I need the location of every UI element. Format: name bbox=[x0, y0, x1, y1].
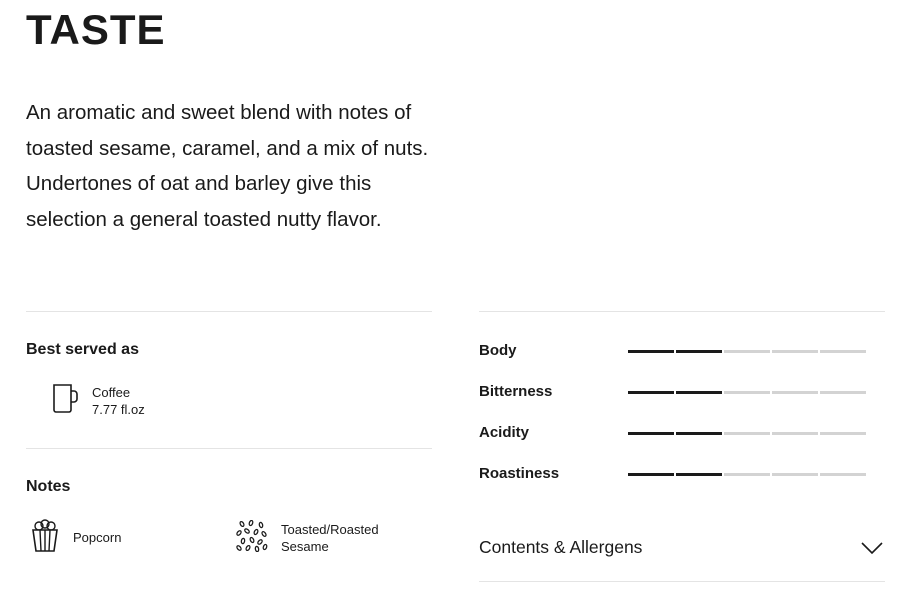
taste-description: An aromatic and sweet blend with notes o… bbox=[26, 101, 429, 231]
attribute-label-roastiness: Roastiness bbox=[479, 465, 560, 482]
chevron-down-icon bbox=[861, 541, 883, 560]
section-title: TASTE bbox=[26, 6, 166, 53]
bar-segment bbox=[724, 391, 770, 394]
attribute-bar-bitterness bbox=[628, 391, 866, 394]
contents-allergens-toggle[interactable]: Contents & Allergens bbox=[479, 532, 885, 566]
bar-segment bbox=[676, 391, 722, 394]
attribute-label-bitterness: Bitterness bbox=[479, 383, 553, 400]
popcorn-icon bbox=[30, 519, 60, 558]
sesame-seeds-icon bbox=[236, 519, 268, 557]
bar-segment bbox=[820, 473, 866, 476]
note-label: Popcorn bbox=[73, 530, 122, 545]
bar-segment bbox=[628, 391, 674, 394]
bar-segment bbox=[628, 473, 674, 476]
bar-segment bbox=[676, 350, 722, 353]
note-label: Toasted/Roasted Sesame bbox=[281, 521, 379, 555]
served-item: Coffee 7.77 fl.oz bbox=[92, 384, 145, 418]
best-served-heading: Best served as bbox=[26, 341, 139, 358]
contents-allergens-label: Contents & Allergens bbox=[479, 537, 643, 557]
bar-segment bbox=[628, 350, 674, 353]
bar-segment bbox=[820, 350, 866, 353]
bar-segment bbox=[820, 432, 866, 435]
bar-segment bbox=[724, 432, 770, 435]
attribute-bar-body bbox=[628, 350, 866, 353]
served-item-name: Coffee bbox=[92, 385, 131, 400]
bar-segment bbox=[772, 432, 818, 435]
note-label-line: Sesame bbox=[281, 539, 329, 554]
attribute-bar-roastiness bbox=[628, 473, 866, 476]
bar-segment bbox=[676, 473, 722, 476]
bar-segment bbox=[772, 350, 818, 353]
attribute-bar-acidity bbox=[628, 432, 866, 435]
divider bbox=[479, 581, 885, 582]
bar-segment bbox=[772, 473, 818, 476]
bar-segment bbox=[724, 473, 770, 476]
bar-segment bbox=[676, 432, 722, 435]
divider bbox=[479, 311, 885, 312]
divider bbox=[26, 448, 432, 449]
note-label-line: Toasted/Roasted bbox=[281, 522, 379, 537]
bar-segment bbox=[724, 350, 770, 353]
divider bbox=[26, 311, 432, 312]
bar-segment bbox=[772, 391, 818, 394]
notes-heading: Notes bbox=[26, 478, 71, 495]
served-item-size: 7.77 fl.oz bbox=[92, 402, 145, 417]
attribute-label-body: Body bbox=[479, 342, 517, 359]
attribute-label-acidity: Acidity bbox=[479, 424, 530, 441]
bar-segment bbox=[820, 391, 866, 394]
bar-segment bbox=[628, 432, 674, 435]
coffee-mug-icon bbox=[52, 382, 79, 419]
